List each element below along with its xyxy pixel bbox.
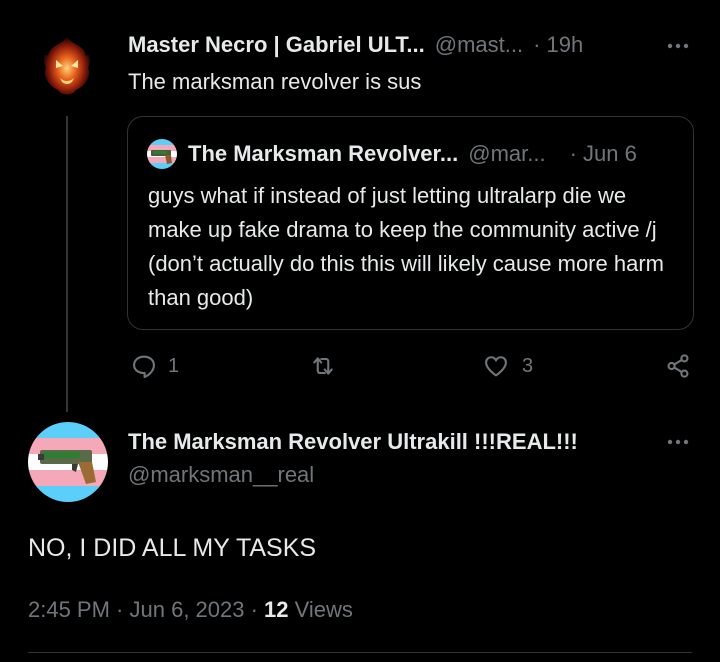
retweet-button[interactable] — [308, 352, 348, 380]
main-author-handle[interactable]: @marksman__real — [128, 461, 314, 489]
quoted-author-handle: @mar... — [468, 141, 546, 166]
main-tweet-text: NO, I DID ALL MY TASKS — [28, 534, 317, 562]
views-count[interactable]: 12 — [264, 597, 288, 622]
parent-tweet-text: The marksman revolver is sus — [128, 69, 422, 94]
revolver-trans-flag-avatar-icon — [147, 139, 177, 169]
reply-count: 1 — [168, 354, 180, 377]
meta-separator: · — [244, 597, 265, 622]
parent-author-handle[interactable]: @mast... — [435, 32, 523, 58]
like-button[interactable]: 3 — [482, 352, 533, 380]
main-author-avatar[interactable] — [28, 422, 108, 502]
more-dots-icon — [667, 43, 689, 49]
quoted-tweet-text: guys what if instead of just letting ult… — [148, 183, 664, 310]
parent-author-avatar[interactable] — [32, 30, 102, 100]
main-author-name[interactable]: The Marksman Revolver Ultrakill !!!REAL!… — [128, 428, 578, 456]
main-more-button[interactable] — [664, 432, 692, 452]
heart-icon — [485, 356, 507, 377]
revolver-trans-flag-avatar-icon — [28, 422, 108, 502]
quoted-tweet-card[interactable]: The Marksman Revolver... @mar... · Jun 6… — [127, 116, 694, 330]
parent-tweet-time[interactable]: · 19h — [533, 32, 583, 58]
meta-separator: · — [109, 597, 130, 622]
main-tweet-time[interactable]: 2:45 PM — [28, 597, 110, 622]
views-label[interactable]: Views — [289, 597, 353, 622]
reply-button[interactable]: 1 — [130, 352, 179, 380]
main-tweet-date[interactable]: Jun 6, 2023 — [130, 597, 245, 622]
parent-author-name[interactable]: Master Necro | Gabriel ULT... — [128, 32, 425, 58]
quoted-tweet-time: · Jun 6 — [569, 141, 637, 166]
like-count: 3 — [522, 354, 534, 377]
share-button[interactable] — [664, 352, 692, 380]
flaming-skull-avatar-icon — [32, 30, 102, 100]
thread-connector-line — [66, 116, 68, 412]
share-icon — [667, 354, 689, 378]
parent-more-button[interactable] — [664, 36, 692, 56]
quoted-author-avatar — [147, 139, 177, 169]
main-tweet-meta: 2:45 PM · Jun 6, 2023 · 12 Views — [28, 596, 353, 624]
quoted-author-name: The Marksman Revolver... — [188, 141, 459, 166]
bottom-divider — [28, 652, 692, 653]
reply-icon — [133, 355, 155, 379]
retweet-icon — [313, 357, 333, 375]
more-dots-icon — [667, 439, 689, 445]
